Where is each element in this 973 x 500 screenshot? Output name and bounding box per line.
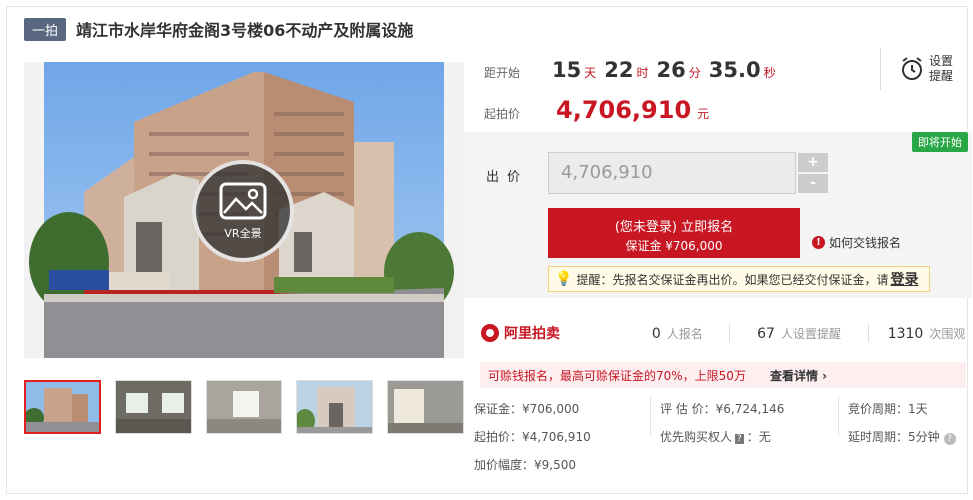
vr-tour-button[interactable]: VR全景 [192, 160, 294, 262]
view-details-link[interactable]: 查看详情 › [770, 367, 827, 384]
ali-auction-logo: 阿里拍卖 [480, 323, 644, 343]
thumbnail-5[interactable] [387, 380, 465, 434]
signup-button[interactable]: (您未登录) 立即报名 保证金 ¥706,000 [548, 208, 800, 258]
vr-label: VR全景 [224, 227, 262, 240]
countdown-days: 15 [552, 58, 582, 82]
countdown-minutes: 26 [656, 58, 686, 82]
bid-increase-button[interactable]: + [798, 153, 828, 172]
page-title: 靖江市水岸华府金阁3号楼06不动产及附属设施 [76, 21, 414, 40]
countdown-label: 距开始 [484, 66, 521, 80]
start-price-label: 起拍价 [484, 107, 521, 121]
status-badge: 即将开始 [912, 132, 968, 152]
set-reminder-button[interactable]: 设置提醒 [880, 48, 960, 90]
how-to-pay-link[interactable]: ! 如何交钱报名 [812, 234, 901, 251]
signup-count: 0 人报名 [651, 325, 703, 342]
thumbnail-2[interactable] [114, 380, 192, 434]
bid-input[interactable]: 4,706,910 [548, 152, 796, 194]
priority-buyer-info: 优先购买权人? ：无 [660, 430, 771, 444]
view-count: 1310 次围观 [887, 325, 966, 342]
bid-decrease-button[interactable]: - [798, 174, 828, 193]
reminder-count: 67 人设置提醒 [757, 325, 841, 342]
main-photo[interactable]: VR全景 [24, 62, 464, 358]
set-reminder-label: 设置提醒 [929, 54, 954, 83]
title-row: 一拍 靖江市水岸华府金阁3号楼06不动产及附属设施 [24, 17, 414, 41]
login-tip: 💡 提醒：先报名交保证金再出价。如果您已经交付保证金，请 登录 [548, 266, 930, 292]
period-info: 竞价周期：1天 [848, 402, 928, 416]
thumbnail-strip [24, 380, 465, 436]
countdown-seconds: 35.0 [708, 58, 761, 82]
image-icon [219, 182, 267, 220]
credit-signup-bar: 可赊钱报名，最高可赊保证金的70%，上限50万 查看详情 › [480, 362, 966, 388]
delay-info: 延时周期：5分钟? [848, 428, 956, 445]
appraisal-info: 评 估 价：¥6,724,146 [660, 402, 785, 416]
start-price-info: 起拍价：¥4,706,910 [474, 430, 591, 444]
login-link[interactable]: 登录 [890, 269, 918, 289]
bid-panel: 即将开始 出价 4,706,910 + - (您未登录) 立即报名 保证金 ¥7… [464, 132, 972, 298]
auction-round-tag: 一拍 [24, 17, 67, 41]
increment-info: 加价幅度：¥9,500 [474, 458, 576, 472]
help-icon[interactable]: ? [735, 434, 744, 444]
start-price-row: 起拍价 4,706,910 元 [484, 96, 710, 124]
bid-label: 出价 [486, 170, 529, 185]
alarm-clock-icon [902, 57, 922, 80]
countdown-hours: 22 [604, 58, 634, 82]
info-icon: ! [812, 236, 825, 249]
thumbnail-3[interactable] [205, 380, 283, 434]
platform-stats: 阿里拍卖 0 人报名 67 人设置提醒 1310 次围观 [480, 316, 966, 350]
start-price-value: 4,706,910 [556, 96, 692, 124]
question-icon[interactable]: ? [943, 433, 956, 445]
lightbulb-icon: 💡 [555, 271, 573, 287]
deposit-info: 保证金：¥706,000 [474, 402, 580, 416]
countdown: 距开始 15 天 22 时 26 分 35.0 秒 [484, 58, 776, 82]
ali-logo-icon [481, 324, 499, 342]
thumbnail-4[interactable] [296, 380, 374, 434]
thumbnail-1[interactable] [24, 380, 101, 434]
